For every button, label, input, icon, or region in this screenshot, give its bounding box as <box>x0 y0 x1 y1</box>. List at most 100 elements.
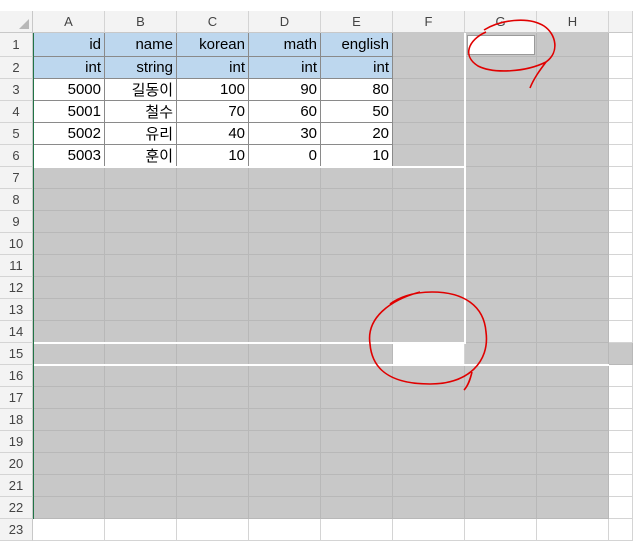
cell-i11[interactable] <box>609 255 633 277</box>
cell-i9[interactable] <box>609 211 633 233</box>
cell-f8[interactable] <box>393 189 465 211</box>
cell-a22[interactable] <box>33 497 105 519</box>
cell-e7[interactable] <box>321 167 393 189</box>
cell-g6[interactable] <box>465 145 537 167</box>
cell-i23[interactable] <box>609 519 633 541</box>
cell-g8[interactable] <box>465 189 537 211</box>
cell-c5[interactable]: 40 <box>177 123 249 145</box>
cell-a20[interactable] <box>33 453 105 475</box>
row-header-20[interactable]: 20 <box>0 453 33 475</box>
cell-c15[interactable] <box>177 343 249 365</box>
cell-d2[interactable]: int <box>249 57 321 79</box>
cell-a9[interactable] <box>33 211 105 233</box>
cell-b9[interactable] <box>105 211 177 233</box>
cell-f10[interactable] <box>393 233 465 255</box>
row-header-12[interactable]: 12 <box>0 277 33 299</box>
cell-a8[interactable] <box>33 189 105 211</box>
cell-h4[interactable] <box>537 101 609 123</box>
cell-d23[interactable] <box>249 519 321 541</box>
cell-b18[interactable] <box>105 409 177 431</box>
cell-b20[interactable] <box>105 453 177 475</box>
cell-a2[interactable]: int <box>33 57 105 79</box>
cell-i3[interactable] <box>609 79 633 101</box>
cell-d6[interactable]: 0 <box>249 145 321 167</box>
cell-d4[interactable]: 60 <box>249 101 321 123</box>
cell-e16[interactable] <box>321 365 393 387</box>
cell-i17[interactable] <box>609 387 633 409</box>
cell-c14[interactable] <box>177 321 249 343</box>
column-header-h[interactable]: H <box>537 11 609 33</box>
cell-h18[interactable] <box>537 409 609 431</box>
cell-h3[interactable] <box>537 79 609 101</box>
cell-e8[interactable] <box>321 189 393 211</box>
cell-g21[interactable] <box>465 475 537 497</box>
cell-c10[interactable] <box>177 233 249 255</box>
cell-i5[interactable] <box>609 123 633 145</box>
cell-a3[interactable]: 5000 <box>33 79 105 101</box>
cell-d10[interactable] <box>249 233 321 255</box>
cell-c16[interactable] <box>177 365 249 387</box>
cell-a6[interactable]: 5003 <box>33 145 105 167</box>
cell-d8[interactable] <box>249 189 321 211</box>
cell-d12[interactable] <box>249 277 321 299</box>
cell-b1[interactable]: name <box>105 33 177 57</box>
cell-h12[interactable] <box>537 277 609 299</box>
row-header-19[interactable]: 19 <box>0 431 33 453</box>
cell-c21[interactable] <box>177 475 249 497</box>
cell-f16[interactable] <box>393 365 465 387</box>
cell-g15[interactable] <box>465 343 537 365</box>
cell-e4[interactable]: 50 <box>321 101 393 123</box>
cell-e22[interactable] <box>321 497 393 519</box>
row-header-15[interactable]: 15 <box>0 343 33 365</box>
cell-h1[interactable] <box>537 33 609 57</box>
row-header-8[interactable]: 8 <box>0 189 33 211</box>
cell-f6[interactable] <box>393 145 465 167</box>
cell-e18[interactable] <box>321 409 393 431</box>
cell-b21[interactable] <box>105 475 177 497</box>
cell-h8[interactable] <box>537 189 609 211</box>
cell-g16[interactable] <box>465 365 537 387</box>
cell-c2[interactable]: int <box>177 57 249 79</box>
cell-b14[interactable] <box>105 321 177 343</box>
cell-b17[interactable] <box>105 387 177 409</box>
cell-i20[interactable] <box>609 453 633 475</box>
cell-b3[interactable]: 길동이 <box>105 79 177 101</box>
row-header-21[interactable]: 21 <box>0 475 33 497</box>
cell-g23[interactable] <box>465 519 537 541</box>
cell-f4[interactable] <box>393 101 465 123</box>
cell-b15[interactable] <box>105 343 177 365</box>
cell-a21[interactable] <box>33 475 105 497</box>
cell-h23[interactable] <box>537 519 609 541</box>
cell-g18[interactable] <box>465 409 537 431</box>
cell-a16[interactable] <box>33 365 105 387</box>
cell-b2[interactable]: string <box>105 57 177 79</box>
cell-e19[interactable] <box>321 431 393 453</box>
cell-i12[interactable] <box>609 277 633 299</box>
cell-c19[interactable] <box>177 431 249 453</box>
cell-f21[interactable] <box>393 475 465 497</box>
cell-a4[interactable]: 5001 <box>33 101 105 123</box>
row-header-4[interactable]: 4 <box>0 101 33 123</box>
cell-i15[interactable] <box>609 343 633 365</box>
cell-b23[interactable] <box>105 519 177 541</box>
cell-f11[interactable] <box>393 255 465 277</box>
cell-i8[interactable] <box>609 189 633 211</box>
cell-c9[interactable] <box>177 211 249 233</box>
cell-b6[interactable]: 훈이 <box>105 145 177 167</box>
cell-b11[interactable] <box>105 255 177 277</box>
cell-a17[interactable] <box>33 387 105 409</box>
cell-b16[interactable] <box>105 365 177 387</box>
cell-b13[interactable] <box>105 299 177 321</box>
row-header-7[interactable]: 7 <box>0 167 33 189</box>
select-all-corner[interactable] <box>0 11 33 33</box>
cell-i2[interactable] <box>609 57 633 79</box>
cell-f14[interactable] <box>393 321 465 343</box>
cell-f9[interactable] <box>393 211 465 233</box>
cell-h5[interactable] <box>537 123 609 145</box>
cell-c22[interactable] <box>177 497 249 519</box>
cell-d22[interactable] <box>249 497 321 519</box>
cell-d11[interactable] <box>249 255 321 277</box>
row-header-14[interactable]: 14 <box>0 321 33 343</box>
cell-b5[interactable]: 유리 <box>105 123 177 145</box>
cell-a19[interactable] <box>33 431 105 453</box>
